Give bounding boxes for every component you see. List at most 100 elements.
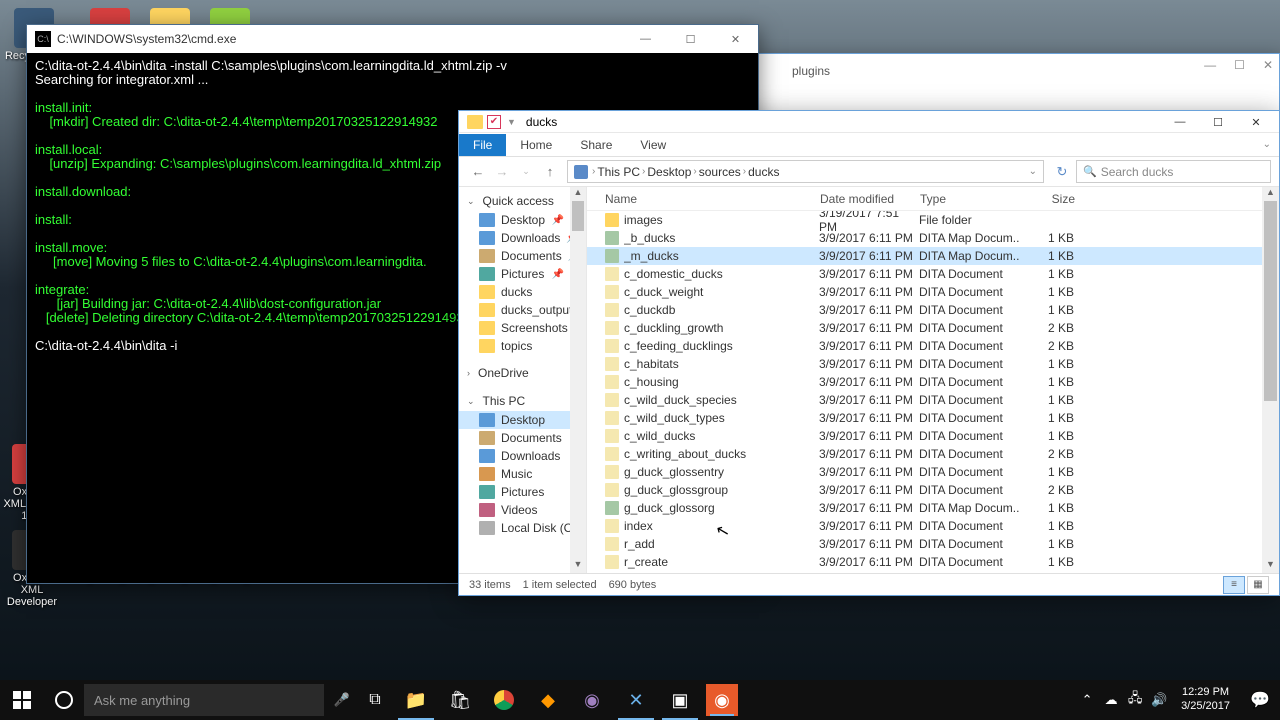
- file-row[interactable]: g_duck_glossorg3/9/2017 6:11 PMDITA Map …: [587, 499, 1279, 517]
- navpane-item[interactable]: Downloads📌: [459, 229, 586, 247]
- close-button[interactable]: ✕: [1237, 111, 1275, 133]
- start-button[interactable]: [0, 680, 44, 720]
- file-list[interactable]: Name Date modified Type Size images3/19/…: [587, 187, 1279, 573]
- file-row[interactable]: r_create3/9/2017 6:11 PMDITA Document1 K…: [587, 553, 1279, 571]
- ribbon-share-tab[interactable]: Share: [566, 134, 626, 156]
- navpane-item[interactable]: Videos: [459, 501, 586, 519]
- navpane-item[interactable]: Desktop📌: [459, 211, 586, 229]
- explorer-titlebar[interactable]: ✔ ▼ ducks — ☐ ✕: [459, 111, 1279, 133]
- navpane-scrollbar[interactable]: ▲ ▼: [570, 187, 586, 573]
- minimize-button[interactable]: —: [1204, 58, 1216, 72]
- tray-overflow-icon[interactable]: ⌃: [1075, 680, 1099, 720]
- ribbon-file-tab[interactable]: File: [459, 134, 506, 156]
- navpane-item[interactable]: Pictures📌: [459, 265, 586, 283]
- task-view-button[interactable]: ⧉: [356, 691, 394, 709]
- back-button[interactable]: ←: [467, 161, 489, 183]
- mic-icon[interactable]: 🎤: [328, 692, 356, 708]
- navpane-item[interactable]: Screenshots: [459, 319, 586, 337]
- taskbar[interactable]: Ask me anything 🎤 ⧉ 📁 🛍 ◆ ◉ ✕ ▣ ◉ ⌃ ☁ 🖧 …: [0, 680, 1280, 720]
- column-type[interactable]: Type: [920, 192, 1020, 206]
- file-row[interactable]: g_duck_glossentry3/9/2017 6:11 PMDITA Do…: [587, 463, 1279, 481]
- close-button[interactable]: ✕: [713, 25, 758, 53]
- navpane-item[interactable]: Desktop: [459, 411, 586, 429]
- ribbon-home-tab[interactable]: Home: [506, 134, 566, 156]
- column-size[interactable]: Size: [1020, 192, 1075, 206]
- minimize-button[interactable]: —: [1161, 111, 1199, 133]
- file-row[interactable]: c_wild_duck_species3/9/2017 6:11 PMDITA …: [587, 391, 1279, 409]
- tray-volume-icon[interactable]: 🔊: [1147, 680, 1171, 720]
- tray-network-icon[interactable]: 🖧: [1123, 680, 1147, 720]
- search-input[interactable]: 🔍 Search ducks: [1076, 160, 1271, 183]
- taskbar-app-explorer[interactable]: 📁: [394, 680, 438, 720]
- taskbar-app-store[interactable]: 🛍: [438, 680, 482, 720]
- navpane-item[interactable]: ducks: [459, 283, 586, 301]
- taskbar-app-cmd[interactable]: ▣: [658, 680, 702, 720]
- details-view-button[interactable]: ≡: [1223, 576, 1245, 594]
- taskbar-app-sublime[interactable]: ◆: [526, 680, 570, 720]
- breadcrumb-segment[interactable]: ducks: [748, 165, 779, 179]
- navpane-item[interactable]: Pictures: [459, 483, 586, 501]
- maximize-button[interactable]: ☐: [668, 25, 713, 53]
- file-row[interactable]: g_duck_glossgroup3/9/2017 6:11 PMDITA Do…: [587, 481, 1279, 499]
- file-row[interactable]: _b_ducks3/9/2017 6:11 PMDITA Map Docum..…: [587, 229, 1279, 247]
- taskbar-app-oxygen[interactable]: ✕: [614, 680, 658, 720]
- file-row[interactable]: _m_ducks3/9/2017 6:11 PMDITA Map Docum..…: [587, 247, 1279, 265]
- navpane-item[interactable]: ducks_output: [459, 301, 586, 319]
- ribbon-expand-icon[interactable]: ⌄: [1263, 139, 1271, 150]
- column-date[interactable]: Date modified: [820, 192, 920, 206]
- taskbar-clock[interactable]: 12:29 PM 3/25/2017: [1171, 686, 1240, 714]
- minimize-button[interactable]: —: [623, 25, 668, 53]
- breadcrumb-segment[interactable]: This PC: [597, 165, 640, 179]
- taskbar-app-github[interactable]: ◉: [570, 680, 614, 720]
- tray-onedrive-icon[interactable]: ☁: [1099, 680, 1123, 720]
- maximize-button[interactable]: ☐: [1199, 111, 1237, 133]
- recent-dropdown[interactable]: ⌄: [515, 161, 537, 183]
- navpane-item[interactable]: Music: [459, 465, 586, 483]
- breadcrumb-segment[interactable]: Desktop: [647, 165, 691, 179]
- file-row[interactable]: images3/19/2017 7:51 PMFile folder: [587, 211, 1279, 229]
- file-row[interactable]: c_habitats3/9/2017 6:11 PMDITA Document1…: [587, 355, 1279, 373]
- this-pc-header[interactable]: ⌄This PC: [459, 391, 586, 411]
- navpane-item[interactable]: Documents: [459, 429, 586, 447]
- ribbon-view-tab[interactable]: View: [626, 134, 680, 156]
- file-row[interactable]: c_duckdb3/9/2017 6:11 PMDITA Document1 K…: [587, 301, 1279, 319]
- file-row[interactable]: c_wild_duck_types3/9/2017 6:11 PMDITA Do…: [587, 409, 1279, 427]
- breadcrumb-segment[interactable]: sources: [699, 165, 741, 179]
- navpane-item[interactable]: Local Disk (C:): [459, 519, 586, 537]
- navigation-pane[interactable]: ⌄Quick access Desktop📌Downloads📌Document…: [459, 187, 587, 573]
- navpane-item[interactable]: Downloads: [459, 447, 586, 465]
- navpane-item[interactable]: Documents📌: [459, 247, 586, 265]
- file-row[interactable]: c_housing3/9/2017 6:11 PMDITA Document1 …: [587, 373, 1279, 391]
- action-center-button[interactable]: 💬: [1240, 680, 1280, 720]
- qat-dropdown-icon[interactable]: ▼: [507, 117, 516, 127]
- close-button[interactable]: ✕: [1263, 58, 1273, 72]
- file-row[interactable]: c_wild_ducks3/9/2017 6:11 PMDITA Documen…: [587, 427, 1279, 445]
- file-row[interactable]: c_domestic_ducks3/9/2017 6:11 PMDITA Doc…: [587, 265, 1279, 283]
- maximize-button[interactable]: ☐: [1234, 58, 1245, 72]
- taskbar-search-input[interactable]: Ask me anything: [84, 684, 324, 716]
- up-button[interactable]: ↑: [539, 161, 561, 183]
- explorer-window[interactable]: ✔ ▼ ducks — ☐ ✕ File Home Share View ⌄ ←…: [458, 110, 1280, 596]
- file-row[interactable]: c_duckling_growth3/9/2017 6:11 PMDITA Do…: [587, 319, 1279, 337]
- cmd-titlebar[interactable]: C:\ C:\WINDOWS\system32\cmd.exe — ☐ ✕: [27, 25, 758, 53]
- taskbar-app-screenrec[interactable]: ◉: [706, 684, 738, 716]
- breadcrumb-dropdown-icon[interactable]: ⌄: [1029, 166, 1037, 177]
- taskbar-app-chrome[interactable]: [482, 680, 526, 720]
- cortana-icon[interactable]: [44, 691, 84, 709]
- breadcrumb[interactable]: › This PC› Desktop› sources› ducks ⌄: [567, 160, 1044, 183]
- filepane-scrollbar[interactable]: ▲ ▼: [1262, 187, 1279, 573]
- file-row[interactable]: index3/9/2017 6:11 PMDITA Document1 KB: [587, 517, 1279, 535]
- onedrive-header[interactable]: ›OneDrive: [459, 363, 586, 383]
- forward-button[interactable]: →: [491, 161, 513, 183]
- quick-access-header[interactable]: ⌄Quick access: [459, 191, 586, 211]
- background-explorer-window[interactable]: plugins — ☐ ✕: [755, 53, 1280, 113]
- file-row[interactable]: c_writing_about_ducks3/9/2017 6:11 PMDIT…: [587, 445, 1279, 463]
- refresh-button[interactable]: ↻: [1050, 160, 1074, 183]
- column-name[interactable]: Name: [605, 192, 820, 206]
- navpane-item[interactable]: topics: [459, 337, 586, 355]
- thumbnails-view-button[interactable]: ▦: [1247, 576, 1269, 594]
- file-row[interactable]: c_feeding_ducklings3/9/2017 6:11 PMDITA …: [587, 337, 1279, 355]
- file-row[interactable]: r_add3/9/2017 6:11 PMDITA Document1 KB: [587, 535, 1279, 553]
- file-row[interactable]: c_duck_weight3/9/2017 6:11 PMDITA Docume…: [587, 283, 1279, 301]
- qat-properties-icon[interactable]: ✔: [487, 115, 501, 129]
